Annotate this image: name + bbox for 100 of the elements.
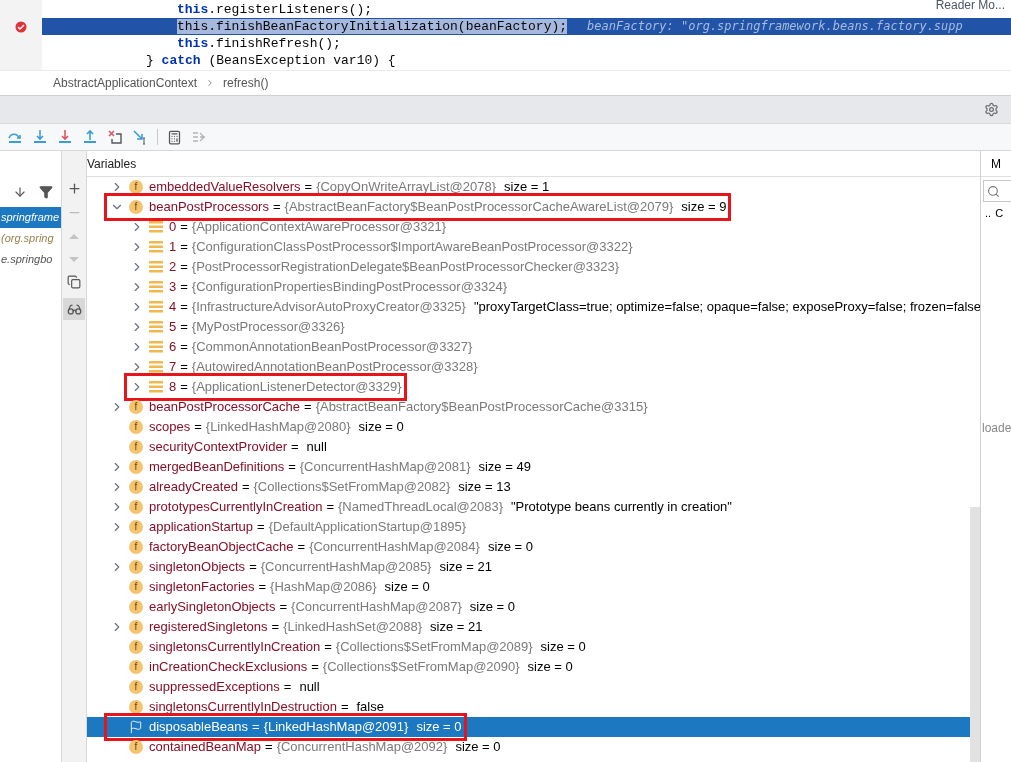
variable-value: {ConfigurationClassPostProcessor$ImportAwareBeanPostProcessor@3322} (191, 238, 633, 257)
field-icon: f (129, 660, 143, 674)
variable-detail: size = 0 (540, 638, 586, 657)
flag-icon (129, 720, 143, 734)
equals-sign: = (326, 498, 334, 517)
breadcrumb[interactable]: AbstractApplicationContext (53, 74, 198, 92)
equals-sign: = (194, 418, 202, 437)
variable-row[interactable]: 2 = {PostProcessorRegistrationDelegate$BeanPostProcessorChecker@3323} (87, 257, 970, 277)
variable-name: singletonsCurrentlyInCreation (149, 638, 321, 657)
variable-row[interactable]: f singletonsCurrentlyInCreation = {Collections$SetFromMap@2089} size = 0 (87, 637, 970, 657)
list-item-icon (149, 221, 163, 233)
variable-row[interactable]: 1 = {ConfigurationClassPostProcessor$ImportAwareBeanPostProcessor@3322} (87, 237, 970, 257)
variable-row[interactable]: 8 = {ApplicationListenerDetector@3329} (87, 377, 970, 397)
variable-row[interactable]: f alreadyCreated = {Collections$SetFromMap@2082} size = 13 (87, 477, 970, 497)
copy-icon[interactable] (67, 275, 81, 289)
variable-row[interactable]: f suppressedExceptions = null (87, 677, 970, 697)
variable-name: singletonFactories (149, 578, 255, 597)
variable-detail: size = 0 (358, 418, 404, 437)
side-tab[interactable]: M (981, 151, 1011, 177)
down-arrow-icon[interactable] (13, 185, 27, 199)
glasses-toggle[interactable] (63, 298, 85, 320)
equals-sign: = (180, 318, 188, 337)
list-item-icon (149, 301, 163, 313)
step-out-icon[interactable] (82, 129, 98, 145)
equals-sign: = (265, 738, 273, 757)
variable-name: applicationStartup (149, 518, 254, 537)
equals-sign: = (180, 218, 188, 237)
search-field[interactable] (983, 180, 1011, 202)
step-into-icon[interactable] (32, 129, 48, 145)
run-to-cursor-icon[interactable] (132, 129, 148, 145)
variable-detail: size = 21 (430, 618, 483, 637)
filter-icon[interactable] (39, 185, 53, 199)
force-step-into-icon[interactable] (57, 129, 73, 145)
variable-row[interactable]: f beanPostProcessorCache = {AbstractBeanFactory$BeanPostProcessorCache@3315} (87, 397, 970, 417)
variable-detail: size = 0 (469, 598, 515, 617)
field-icon: f (129, 200, 143, 214)
field-icon: f (129, 460, 143, 474)
variable-row[interactable]: 3 = {ConfigurationPropertiesBindingPostProcessor@3324} (87, 277, 970, 297)
variable-name: securityContextProvider (149, 438, 287, 457)
variable-row[interactable]: f embeddedValueResolvers = {CopyOnWriteArrayList@2078} size = 1 (87, 177, 970, 197)
variable-detail: size = 0 (384, 578, 430, 597)
field-icon: f (129, 500, 143, 514)
field-icon: f (129, 560, 143, 574)
stack-frame[interactable]: (org.spring (0, 228, 61, 249)
variable-detail: size = 21 (439, 558, 492, 577)
stack-frame[interactable]: springframe (0, 207, 61, 228)
variable-row[interactable]: 6 = {CommonAnnotationBeanPostProcessor@3327} (87, 337, 970, 357)
variable-row[interactable]: f applicationStartup = {DefaultApplicationStartup@1895} (87, 517, 970, 537)
variable-row[interactable]: f securityContextProvider = null (87, 437, 970, 457)
equals-sign: = (180, 238, 188, 257)
variable-name: 8 (169, 378, 177, 397)
variable-detail: size = 0 (416, 718, 462, 737)
equals-sign: = (271, 618, 280, 637)
variable-row[interactable]: f containedBeanMap = {ConcurrentHashMap@2092} size = 0 (87, 737, 970, 757)
variable-row[interactable]: f factoryBeanObjectCache = {ConcurrentHashMap@2084} size = 0 (87, 537, 970, 557)
stack-frame[interactable]: e.springbo (0, 249, 61, 270)
variable-row[interactable]: f earlySingletonObjects = {ConcurrentHashMap@2087} size = 0 (87, 597, 970, 617)
field-icon: f (129, 640, 143, 654)
variable-row[interactable]: 0 = {ApplicationContextAwareProcessor@3321} (87, 217, 970, 237)
variable-row[interactable]: f beanPostProcessors = {AbstractBeanFactory$BeanPostProcessorCacheAwareList@2079} size = 9 (87, 197, 970, 217)
variable-detail: "proxyTargetClass=true; optimize=false; opaque=false; exposeProxy=false; frozen=false (473, 298, 980, 317)
variable-row[interactable]: f prototypesCurrentlyInCreation = {NamedThreadLocal@2083} "Prototype beans currently in creation" (87, 497, 970, 517)
variable-value: {CommonAnnotationBeanPostProcessor@3327} (191, 338, 473, 357)
breadcrumb[interactable]: refresh() (223, 74, 269, 92)
variable-name: 2 (169, 258, 177, 277)
variable-detail: size = 0 (487, 538, 534, 557)
equals-sign: = (180, 258, 188, 277)
add-icon[interactable] (66, 181, 82, 196)
equals-sign: = (340, 698, 349, 717)
field-icon: f (129, 700, 143, 714)
drop-frame-icon[interactable] (107, 129, 123, 145)
variable-detail: size = 0 (527, 658, 573, 677)
variable-value: {ApplicationContextAwareProcessor@3321} (191, 218, 447, 237)
variable-row[interactable]: f registeredSingletons = {LinkedHashSet@2088} size = 21 (87, 617, 970, 637)
variable-value: {MyPostProcessor@3326} (191, 318, 345, 337)
variable-detail: size = 1 (504, 178, 550, 197)
equals-sign: = (279, 598, 288, 617)
variable-row[interactable]: f singletonObjects = {ConcurrentHashMap@2085} size = 21 (87, 557, 970, 577)
variable-row[interactable]: f scopes = {LinkedHashMap@2080} size = 0 (87, 417, 970, 437)
equals-sign: = (258, 578, 267, 597)
variable-row[interactable]: f singletonsCurrentlyInDestruction = false (87, 697, 970, 717)
field-icon: f (129, 680, 143, 694)
column-header: .. (985, 205, 992, 221)
variable-name: prototypesCurrentlyInCreation (149, 498, 323, 517)
equals-sign: = (180, 338, 188, 357)
calculator-icon[interactable] (167, 129, 182, 145)
field-icon: f (129, 740, 143, 754)
equals-sign: = (324, 638, 332, 657)
settings-icon[interactable] (984, 102, 999, 117)
variable-row[interactable]: 7 = {AutowiredAnnotationBeanPostProcessor@3328} (87, 357, 970, 377)
variable-row[interactable]: f inCreationCheckExclusions = {Collections$SetFromMap@2090} size = 0 (87, 657, 970, 677)
breakpoint-icon[interactable] (15, 20, 27, 33)
variable-name: containedBeanMap (149, 738, 262, 757)
variable-row[interactable]: 5 = {MyPostProcessor@3326} (87, 317, 970, 337)
variable-value: {AbstractBeanFactory$BeanPostProcessorCache@3315} (315, 398, 648, 417)
variable-row[interactable]: f mergedBeanDefinitions = {ConcurrentHashMap@2081} size = 49 (87, 457, 970, 477)
field-icon: f (129, 400, 143, 414)
variable-row[interactable]: f singletonFactories = {HashMap@2086} size = 0 (87, 577, 970, 597)
list-item-icon (149, 361, 163, 373)
equals-sign: = (297, 538, 306, 557)
